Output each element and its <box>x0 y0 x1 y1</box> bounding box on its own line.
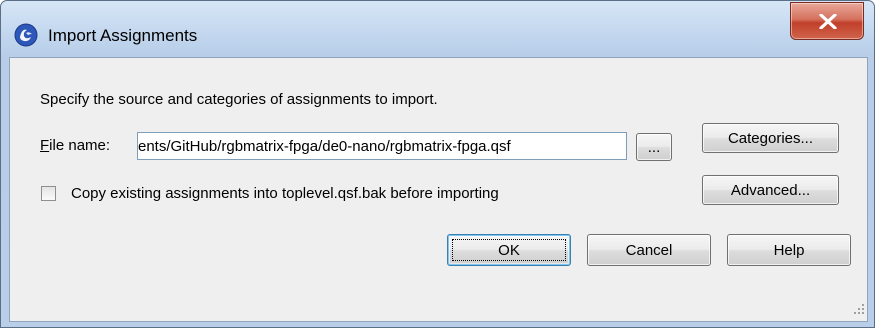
cancel-button[interactable]: Cancel <box>587 234 711 266</box>
advanced-button-label: Advanced... <box>730 181 811 199</box>
file-name-input[interactable] <box>137 132 627 160</box>
cancel-button-label: Cancel <box>625 241 673 259</box>
resize-grip-icon[interactable] <box>853 301 865 319</box>
focus-ring <box>452 239 566 261</box>
quartus-app-icon <box>14 23 38 47</box>
categories-button[interactable]: Categories... <box>702 123 839 153</box>
import-assignments-window: Import Assignments Specify the source an… <box>0 0 875 328</box>
ok-button[interactable]: OK <box>447 234 571 266</box>
title-bar[interactable]: Import Assignments <box>1 1 874 57</box>
dialog-body: Specify the source and categories of ass… <box>9 57 868 322</box>
close-icon <box>819 14 837 29</box>
copy-assignments-label[interactable]: Copy existing assignments into toplevel.… <box>71 185 499 202</box>
close-button[interactable] <box>790 2 864 40</box>
categories-button-label: Categories... <box>727 129 814 147</box>
copy-assignments-checkbox[interactable] <box>41 186 56 201</box>
file-name-label: File name: <box>40 137 110 154</box>
window-title: Import Assignments <box>48 26 198 45</box>
advanced-button[interactable]: Advanced... <box>702 175 839 205</box>
file-label-mnemonic: F <box>40 137 50 154</box>
browse-button-label: ... <box>647 138 661 156</box>
help-button[interactable]: Help <box>727 234 851 266</box>
instruction-text: Specify the source and categories of ass… <box>40 91 438 108</box>
browse-button[interactable]: ... <box>636 133 672 161</box>
help-button-label: Help <box>773 241 805 259</box>
file-label-rest: ile name: <box>49 137 111 154</box>
